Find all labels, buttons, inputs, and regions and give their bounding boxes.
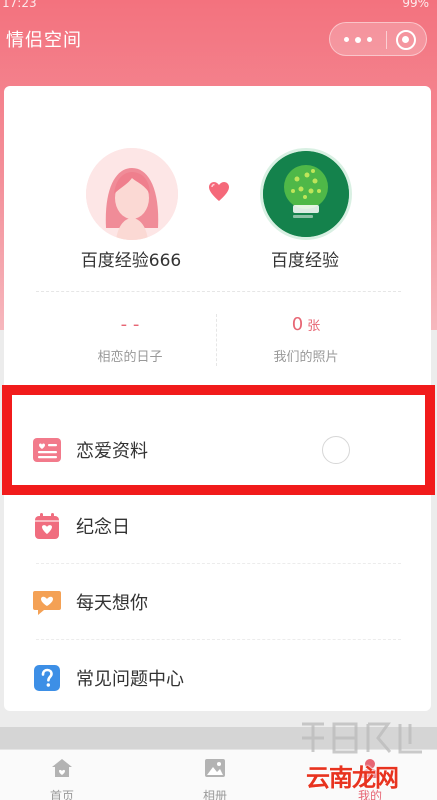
more-icon[interactable] <box>344 37 372 43</box>
girl-avatar-icon <box>86 148 178 240</box>
heart-icon <box>209 182 229 201</box>
menu-item-label: 每天想你 <box>76 593 148 614</box>
tab-label: 首页 <box>49 789 74 800</box>
photo-count-value[interactable]: 0张 <box>216 314 396 335</box>
days-together-label: 相恋的日子 <box>97 350 163 365</box>
divider <box>36 291 401 292</box>
user-name: 百度经验 <box>271 251 339 271</box>
photo-count-label: 我们的照片 <box>273 350 339 365</box>
tab-home[interactable]: 首页 <box>12 750 112 800</box>
menu-item-label: 纪念日 <box>76 517 130 538</box>
days-together-value: - - <box>120 314 140 335</box>
capsule-divider <box>386 31 387 49</box>
photo-count-number: 0 <box>291 314 304 335</box>
heart-speech-icon <box>33 591 61 615</box>
partner-avatar[interactable] <box>86 148 178 240</box>
mini-program-capsule <box>329 22 427 56</box>
menu-item-label: 常见问题中心 <box>76 669 184 690</box>
partner-name: 百度经验666 <box>80 251 182 271</box>
home-icon <box>52 759 72 777</box>
status-battery: 99% <box>402 0 429 10</box>
watermark-logo <box>302 722 422 754</box>
menu-item-faq[interactable]: 常见问题中心 <box>4 640 431 716</box>
image-icon <box>205 759 225 777</box>
page-title: 情侣空间 <box>6 30 82 51</box>
question-icon <box>34 665 60 691</box>
tab-label: 相册 <box>202 789 227 800</box>
status-bar: 17:23 99% <box>0 0 437 14</box>
highlight-annotation-box <box>2 385 435 495</box>
watermark-text: 云南龙网 <box>306 764 399 792</box>
close-icon[interactable] <box>396 30 416 50</box>
tab-album[interactable]: 相册 <box>165 750 265 800</box>
menu-item-anniversary[interactable]: 纪念日 <box>4 488 431 564</box>
nav-bar: 情侣空间 <box>0 18 437 62</box>
calendar-heart-icon <box>35 513 59 539</box>
tree-avatar-icon <box>263 151 349 237</box>
menu-item-miss-you[interactable]: 每天想你 <box>4 564 431 640</box>
photo-count-unit: 张 <box>307 319 321 334</box>
user-avatar[interactable] <box>260 148 352 240</box>
status-time: 17:23 <box>2 0 37 10</box>
